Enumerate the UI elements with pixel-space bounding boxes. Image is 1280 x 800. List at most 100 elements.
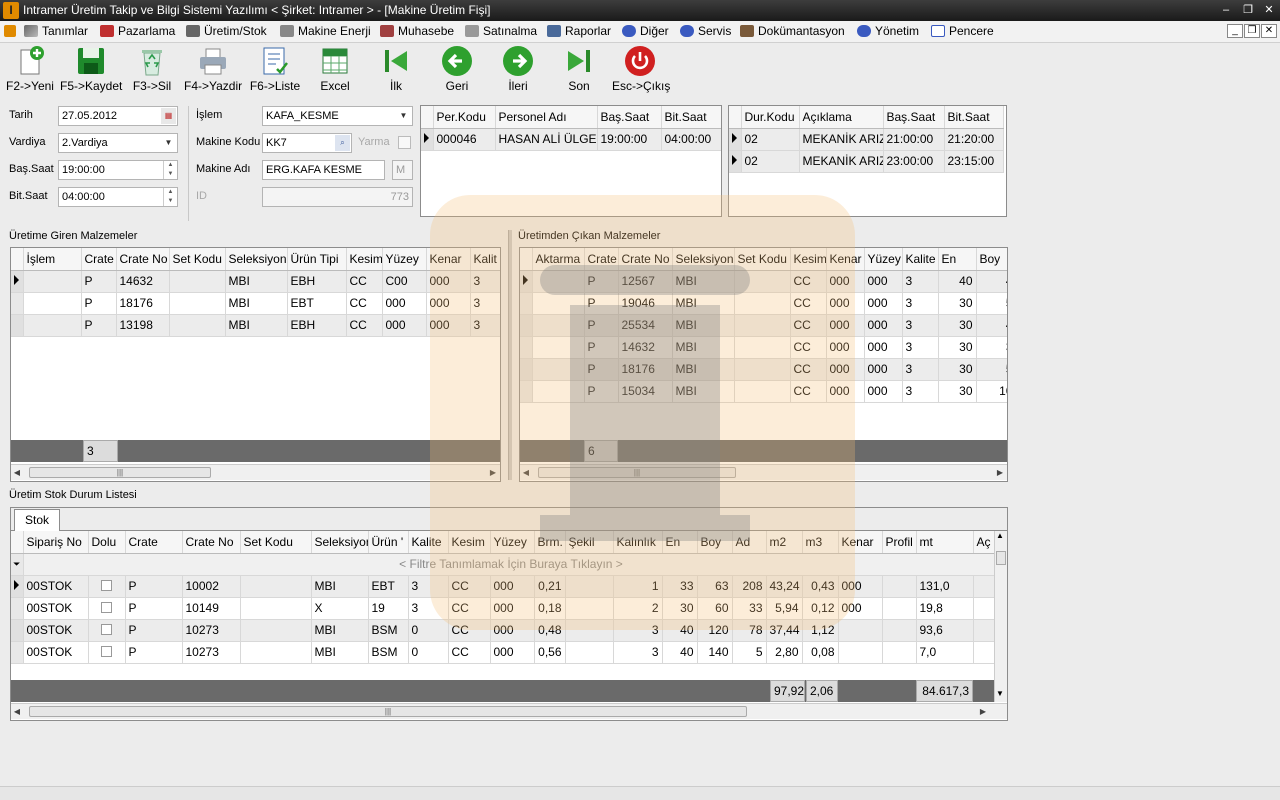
column-header[interactable]: m2 — [766, 531, 803, 554]
column-header[interactable]: Boy — [976, 248, 1007, 271]
spinner-icon[interactable]: ▲ ▼ — [163, 161, 177, 179]
save-button[interactable]: F5->Kaydet — [60, 45, 122, 93]
column-header[interactable]: Kesim — [346, 248, 383, 271]
first-record-button[interactable]: İlk — [376, 45, 416, 93]
scroll-left-icon[interactable]: ◀ — [11, 466, 23, 480]
table-row[interactable]: 02 MEKANİK ARIZ 21:00:00 21:20:00 — [729, 128, 1004, 151]
menu-tanimlar[interactable]: Tanımlar — [24, 24, 88, 40]
table-row[interactable]: 00STOK P 10273 MBI BSM 0 CC 000 0,48 3 40 120 78 37,4… — [11, 619, 1000, 642]
column-header[interactable]: Per.Kodu — [433, 106, 496, 129]
delete-button[interactable]: F3->Sil — [128, 45, 176, 93]
excel-button[interactable]: Excel — [312, 45, 358, 93]
chevron-down-icon[interactable]: ▼ — [161, 135, 176, 151]
close-icon[interactable]: ✕ — [1261, 3, 1277, 17]
column-header[interactable]: Ürün Tipi — [287, 248, 347, 271]
back-button[interactable]: Geri — [436, 45, 478, 93]
table-row[interactable]: P14632MBICC0000003303 — [520, 336, 1007, 359]
column-header[interactable]: Kalınlık — [613, 531, 663, 554]
list-button[interactable]: F6->Liste — [248, 45, 302, 93]
horizontal-scrollbar[interactable]: ◀ ||| ▶ — [11, 703, 1007, 719]
column-header[interactable]: Kenar — [838, 531, 883, 554]
column-header[interactable]: Şekil — [565, 531, 614, 554]
menu-pencere[interactable]: Pencere — [931, 24, 994, 40]
menu-satinalma[interactable]: Satınalma — [465, 24, 537, 40]
column-header[interactable]: Ad — [732, 531, 767, 554]
column-header[interactable]: Açıklama — [799, 106, 884, 129]
menu-servis[interactable]: Servis — [680, 24, 731, 40]
table-row[interactable]: 000046 HASAN ALİ ÜLGE 19:00:00 04:00:00 — [421, 128, 721, 151]
column-header[interactable]: İşlem — [23, 248, 82, 271]
id-field[interactable]: 773 — [262, 187, 413, 207]
mdi-minimize-icon[interactable]: _ — [1227, 24, 1243, 38]
horizontal-scrollbar[interactable]: ◀ ||| ▶ — [520, 464, 1007, 480]
column-header[interactable]: Personel Adı — [495, 106, 598, 129]
table-row[interactable]: 00STOK P 10149 X 19 3 CC 000 0,18 2 30 60 33 5,94 0,12… — [11, 597, 1000, 620]
menu-uretim-stok[interactable]: Üretim/Stok — [186, 24, 267, 40]
menu-pazarlama[interactable]: Pazarlama — [100, 24, 175, 40]
table-row[interactable]: P 14632 MBI EBH CC C00 000 3 — [11, 270, 500, 293]
menu-diger[interactable]: Diğer — [622, 24, 669, 40]
column-header[interactable]: Bit.Saat — [661, 106, 721, 129]
makine-kodu-field[interactable]: KK7 ⌕ — [262, 133, 352, 153]
menu-dokumantasyon[interactable]: Dokümantasyon — [740, 24, 845, 40]
table-row[interactable]: P18176MBICC0000003305 — [520, 358, 1007, 381]
column-header[interactable]: Seleksiyon — [672, 248, 735, 271]
column-header[interactable]: En — [938, 248, 977, 271]
scroll-right-icon[interactable]: ▶ — [977, 705, 989, 719]
scroll-left-icon[interactable]: ◀ — [520, 466, 532, 480]
column-header[interactable]: Seleksiyon — [225, 248, 288, 271]
table-row[interactable]: P15034MBICC00000033010 — [520, 380, 1007, 403]
makine-tip-field[interactable]: M — [392, 160, 413, 180]
table-row[interactable]: P12567MBICC0000003404 — [520, 270, 1007, 293]
scroll-thumb[interactable] — [996, 551, 1006, 565]
menu-yonetim[interactable]: Yönetim — [857, 24, 919, 40]
last-record-button[interactable]: Son — [559, 45, 599, 93]
bas-saat-field[interactable]: 19:00:00 ▲ ▼ — [58, 160, 178, 180]
column-header[interactable]: Boy — [697, 531, 733, 554]
print-button[interactable]: F4->Yazdir — [184, 45, 242, 93]
chevron-down-icon[interactable]: ▼ — [396, 108, 411, 124]
scroll-right-icon[interactable]: ▶ — [994, 466, 1006, 480]
column-header[interactable]: Seleksiyor — [311, 531, 369, 554]
scroll-thumb[interactable]: ||| — [29, 706, 747, 717]
calendar-icon[interactable]: ▦ — [161, 108, 176, 124]
column-header[interactable]: Baş.Saat — [597, 106, 662, 129]
column-header[interactable]: Yüzey — [382, 248, 427, 271]
column-header[interactable]: Crate — [81, 248, 117, 271]
column-header[interactable]: Crate — [584, 248, 619, 271]
column-header[interactable]: Kenar — [826, 248, 865, 271]
forward-button[interactable]: İleri — [497, 45, 539, 93]
scroll-right-icon[interactable]: ▶ — [487, 466, 499, 480]
column-header[interactable]: Kenar — [426, 248, 471, 271]
yarma-checkbox[interactable] — [398, 136, 411, 149]
menu-muhasebe[interactable]: Muhasebe — [380, 24, 454, 40]
spinner-icon[interactable]: ▲ ▼ — [163, 188, 177, 206]
column-header[interactable]: Profil — [882, 531, 917, 554]
filter-icon[interactable]: ⏷ — [11, 553, 24, 576]
column-header[interactable]: Set Kodu — [169, 248, 226, 271]
column-header[interactable]: Yüzey — [864, 248, 903, 271]
search-icon[interactable]: ⌕ — [335, 135, 350, 151]
vardiya-select[interactable]: 2.Vardiya ▼ — [58, 133, 178, 153]
scroll-thumb[interactable]: ||| — [29, 467, 211, 478]
splitter-handle[interactable] — [508, 230, 512, 480]
dolu-checkbox[interactable] — [88, 575, 126, 598]
column-header[interactable]: Crate No — [182, 531, 241, 554]
column-header[interactable]: m3 — [802, 531, 839, 554]
bit-saat-field[interactable]: 04:00:00 ▲ ▼ — [58, 187, 178, 207]
column-header[interactable]: Dolu — [88, 531, 126, 554]
column-header[interactable]: Crate No — [116, 248, 170, 271]
column-header[interactable]: Bit.Saat — [944, 106, 1004, 129]
dolu-checkbox[interactable] — [88, 641, 126, 664]
table-row[interactable]: 00STOK P 10273 MBI BSM 0 CC 000 0,56 3 40 140 5 2,80 0… — [11, 641, 1000, 664]
column-header[interactable]: Kalite — [902, 248, 939, 271]
minimize-icon[interactable]: ‒ — [1218, 3, 1234, 17]
column-header[interactable]: Yüzey — [490, 531, 535, 554]
table-row[interactable]: 00STOK P 10002 MBI EBT 3 CC 000 0,21 1 33 63 208 43,2… — [11, 575, 1000, 598]
column-header[interactable]: Kalite — [408, 531, 449, 554]
scroll-up-icon[interactable]: ▲ — [996, 531, 1004, 540]
app-menu-icon[interactable] — [4, 24, 20, 40]
column-header[interactable]: Dur.Kodu — [741, 106, 800, 129]
column-header[interactable]: Kesim — [790, 248, 827, 271]
makine-adi-field[interactable]: ERG.KAFA KESME — [262, 160, 385, 180]
